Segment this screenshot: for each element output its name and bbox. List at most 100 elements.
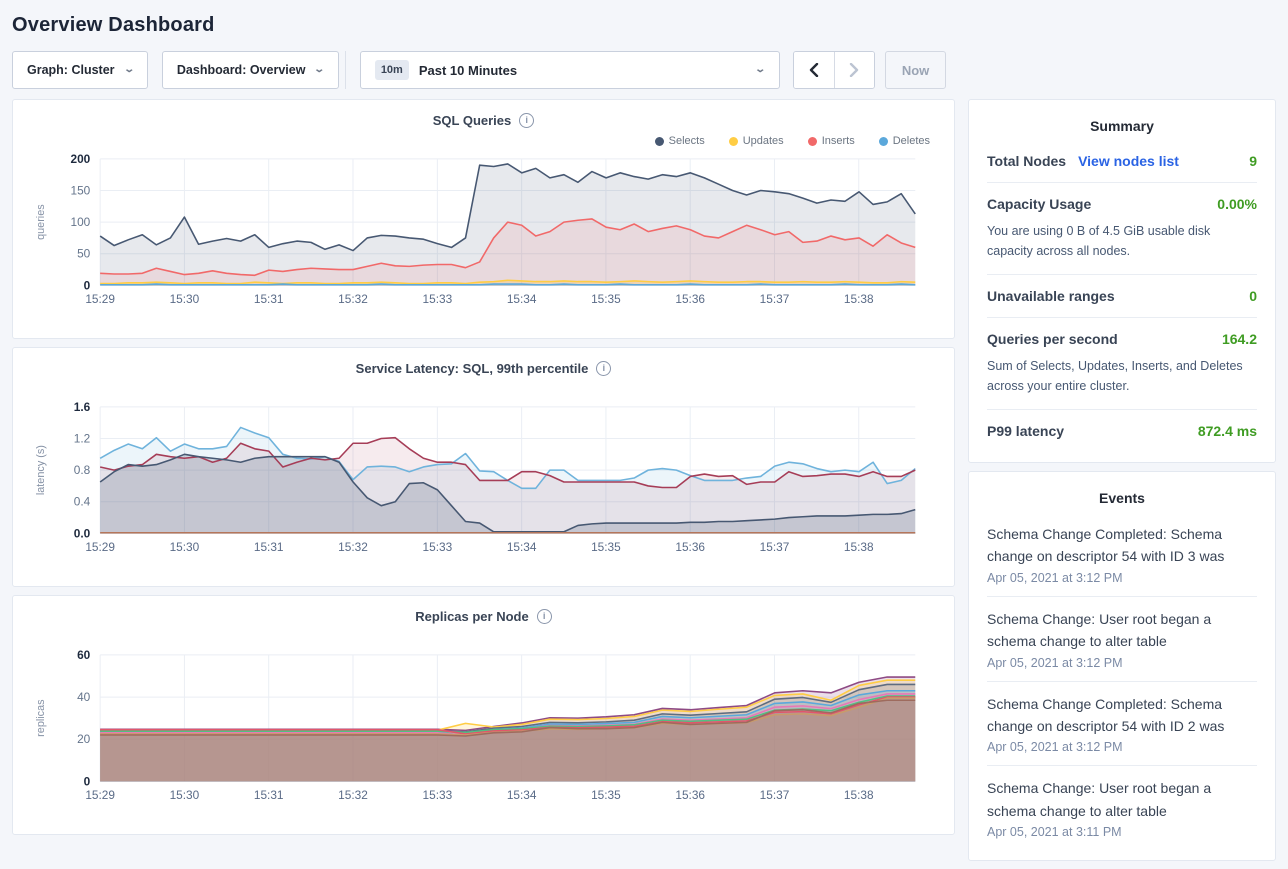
svg-text:15:38: 15:38 xyxy=(844,292,874,306)
events-list: Schema Change Completed: Schema change o… xyxy=(987,512,1257,850)
summary-row-capacity-usage: Capacity Usage 0.00% You are using 0 B o… xyxy=(987,183,1257,275)
controls-bar: Graph: Cluster ⌄ Dashboard: Overview ⌄ 1… xyxy=(0,49,1288,89)
time-range-label: Past 10 Minutes xyxy=(419,63,517,78)
svg-text:60: 60 xyxy=(77,648,91,662)
event-timestamp: Apr 05, 2021 at 3:12 PM xyxy=(987,740,1257,754)
summary-subtext: You are using 0 B of 4.5 GiB usable disk… xyxy=(987,221,1257,261)
legend-dot-icon xyxy=(879,137,888,146)
svg-text:15:34: 15:34 xyxy=(507,292,537,306)
chevron-down-icon: ⌄ xyxy=(755,65,767,75)
info-icon[interactable]: i xyxy=(596,361,611,376)
svg-text:15:30: 15:30 xyxy=(170,292,200,306)
svg-text:15:36: 15:36 xyxy=(675,788,705,802)
page-header: Overview Dashboard xyxy=(0,0,1288,49)
svg-text:15:37: 15:37 xyxy=(760,292,790,306)
event-item[interactable]: Schema Change Completed: Schema change o… xyxy=(987,682,1257,767)
legend-label: Selects xyxy=(669,135,705,147)
summary-row-queries-per-second: Queries per second 164.2 Sum of Selects,… xyxy=(987,318,1257,410)
dashboard-dropdown[interactable]: Dashboard: Overview ⌄ xyxy=(162,51,339,89)
svg-text:15:29: 15:29 xyxy=(85,540,115,554)
time-range-dropdown[interactable]: 10m Past 10 Minutes ⌄ xyxy=(360,51,780,89)
summary-row-unavailable-ranges: Unavailable ranges 0 xyxy=(987,275,1257,318)
summary-value: 0 xyxy=(1249,288,1257,304)
svg-text:40: 40 xyxy=(77,690,91,704)
summary-value: 164.2 xyxy=(1222,331,1257,347)
legend-item[interactable]: Updates xyxy=(729,135,784,147)
time-next-button-disabled[interactable] xyxy=(834,52,874,88)
svg-text:0.8: 0.8 xyxy=(74,463,91,477)
svg-text:0.4: 0.4 xyxy=(74,495,91,509)
svg-text:15:38: 15:38 xyxy=(844,540,874,554)
chevron-left-icon xyxy=(809,63,819,77)
svg-text:0: 0 xyxy=(84,278,91,292)
summary-subtext: Sum of Selects, Updates, Inserts, and De… xyxy=(987,356,1257,396)
vertical-divider xyxy=(345,51,346,89)
svg-text:15:33: 15:33 xyxy=(423,292,453,306)
svg-text:1.6: 1.6 xyxy=(74,400,91,414)
event-item[interactable]: Schema Change: User root began a schema … xyxy=(987,766,1257,850)
sql-queries-chart-card: SQL Queries i Selects Updates Inserts Delet… xyxy=(12,99,955,339)
chevron-down-icon: ⌄ xyxy=(314,65,326,75)
svg-text:50: 50 xyxy=(77,247,91,261)
info-icon[interactable]: i xyxy=(537,609,552,624)
page-title: Overview Dashboard xyxy=(12,14,1276,37)
time-range-badge: 10m xyxy=(375,60,409,80)
svg-text:15:37: 15:37 xyxy=(760,540,790,554)
time-nav-group xyxy=(793,51,875,89)
legend-item[interactable]: Selects xyxy=(655,135,705,147)
chevron-right-icon xyxy=(849,63,859,77)
svg-text:15:29: 15:29 xyxy=(85,292,115,306)
time-prev-button[interactable] xyxy=(794,52,834,88)
graph-dropdown[interactable]: Graph: Cluster ⌄ xyxy=(12,51,148,89)
event-message: Schema Change: User root began a schema … xyxy=(987,777,1257,822)
summary-panel: Summary Total Nodes View nodes list 9 Ca… xyxy=(968,99,1276,463)
svg-text:15:34: 15:34 xyxy=(507,540,537,554)
now-button[interactable]: Now xyxy=(885,51,946,89)
event-item[interactable]: Schema Change Completed: Schema change o… xyxy=(987,512,1257,597)
event-item[interactable]: Schema Change: User root began a schema … xyxy=(987,597,1257,682)
svg-text:15:35: 15:35 xyxy=(591,540,621,554)
legend-dot-icon xyxy=(655,137,664,146)
chevron-down-icon: ⌄ xyxy=(123,65,135,75)
replicas-per-node-chart[interactable]: 15:2915:3015:3115:3215:3315:3415:3515:36… xyxy=(29,646,938,816)
chart-legend-empty xyxy=(29,628,938,646)
view-nodes-list-link[interactable]: View nodes list xyxy=(1078,153,1179,169)
chart-title: Service Latency: SQL, 99th percentile xyxy=(356,361,589,376)
legend-item[interactable]: Inserts xyxy=(808,135,855,147)
legend-dot-icon xyxy=(808,137,817,146)
chart-legend-empty xyxy=(29,380,938,398)
summary-label: Total Nodes xyxy=(987,153,1066,169)
summary-label: Capacity Usage xyxy=(987,196,1091,212)
svg-text:0: 0 xyxy=(84,774,91,788)
svg-text:15:38: 15:38 xyxy=(844,788,874,802)
service-latency-chart[interactable]: 15:2915:3015:3115:3215:3315:3415:3515:36… xyxy=(29,398,938,568)
svg-text:100: 100 xyxy=(71,215,91,229)
svg-text:15:35: 15:35 xyxy=(591,788,621,802)
svg-text:15:32: 15:32 xyxy=(338,788,368,802)
event-message: Schema Change: User root began a schema … xyxy=(987,608,1257,653)
dashboard-dropdown-label: Dashboard: Overview xyxy=(177,63,306,77)
chart-title: SQL Queries xyxy=(433,113,512,128)
event-timestamp: Apr 05, 2021 at 3:11 PM xyxy=(987,825,1257,839)
svg-text:15:31: 15:31 xyxy=(254,540,284,554)
summary-title: Summary xyxy=(987,118,1257,134)
svg-text:15:36: 15:36 xyxy=(675,292,705,306)
sql-queries-chart[interactable]: 15:2915:3015:3115:3215:3315:3415:3515:36… xyxy=(29,150,938,320)
svg-text:1.2: 1.2 xyxy=(74,431,90,445)
sidebar: Summary Total Nodes View nodes list 9 Ca… xyxy=(968,99,1276,869)
info-icon[interactable]: i xyxy=(519,113,534,128)
summary-value: 9 xyxy=(1249,153,1257,169)
svg-text:20: 20 xyxy=(77,732,91,746)
replicas-per-node-chart-card: Replicas per Node i 15:2915:3015:3115:32… xyxy=(12,595,955,835)
svg-text:15:29: 15:29 xyxy=(85,788,115,802)
svg-text:15:35: 15:35 xyxy=(591,292,621,306)
summary-value: 872.4 ms xyxy=(1198,423,1257,439)
charts-column: SQL Queries i Selects Updates Inserts Delet… xyxy=(12,99,955,843)
legend-item[interactable]: Deletes xyxy=(879,135,930,147)
svg-text:queries: queries xyxy=(35,204,47,240)
legend-label: Deletes xyxy=(893,135,930,147)
summary-label: P99 latency xyxy=(987,423,1064,439)
legend-label: Updates xyxy=(743,135,784,147)
svg-text:15:33: 15:33 xyxy=(423,788,453,802)
graph-dropdown-label: Graph: Cluster xyxy=(27,63,115,77)
